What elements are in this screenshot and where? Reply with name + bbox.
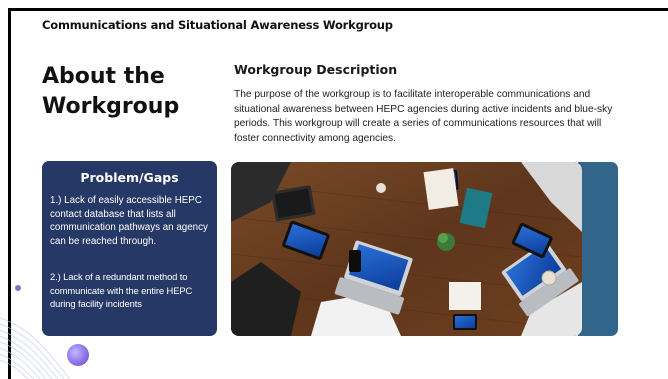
description-heading: Workgroup Description: [234, 62, 398, 77]
gap-item-1: 1.) Lack of easily accessible HEPC conta…: [50, 195, 208, 247]
slide-header-title: Communications and Situational Awareness…: [42, 18, 393, 32]
decor-dot-small: [15, 285, 21, 291]
problem-gaps-title: Problem/Gaps: [80, 170, 179, 185]
page-title: About the Workgroup: [42, 64, 180, 119]
team-meeting-photo: [231, 162, 582, 336]
accent-strip: [578, 162, 618, 336]
slide: Communications and Situational Awareness…: [0, 0, 668, 379]
decor-dot-large: [67, 344, 89, 366]
frame-border-top: [8, 8, 668, 11]
wave-lines-decoration: [0, 317, 71, 379]
description-body: The purpose of the workgroup is to facil…: [234, 89, 613, 144]
